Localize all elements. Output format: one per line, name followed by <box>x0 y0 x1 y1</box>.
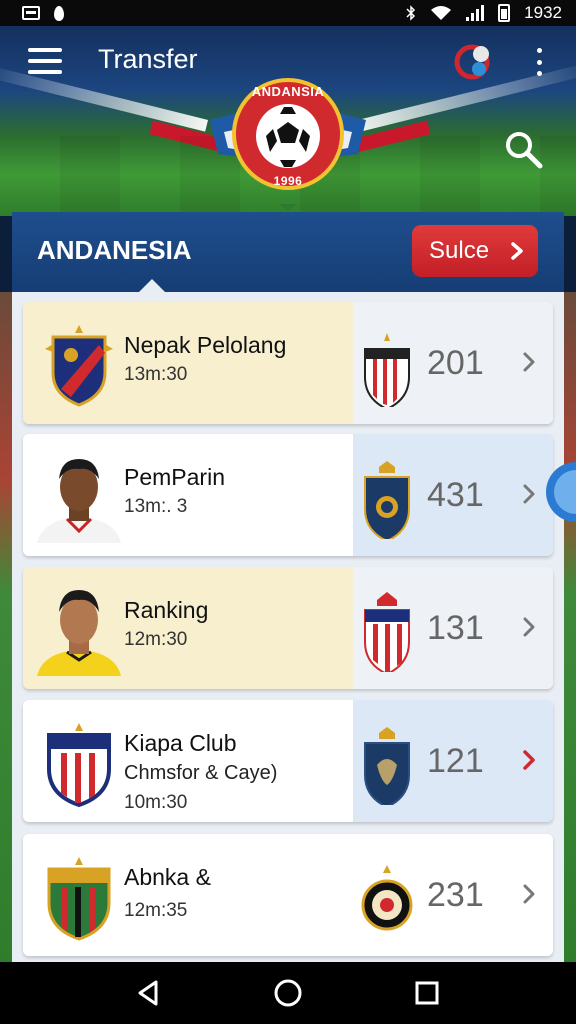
signal-icon <box>466 5 485 21</box>
region-name: ANDANESIA <box>37 235 192 265</box>
chevron-right-icon[interactable] <box>521 350 537 374</box>
match-card-main: Nepak Pelolang 13m:30 <box>23 302 353 424</box>
opponent-crest-icon <box>364 333 410 407</box>
app-title: Transfer <box>98 44 198 74</box>
player-avatar <box>37 590 121 676</box>
match-score: 231 <box>427 876 484 914</box>
status-bar: 1932 <box>0 0 576 26</box>
match-card[interactable]: Ranking 12m:30 131 <box>23 567 553 689</box>
more-icon[interactable] <box>530 48 548 76</box>
league-crest: ANDANSIA 1996 <box>200 62 376 212</box>
match-time: 10m:30 <box>124 792 188 813</box>
select-button[interactable]: Sulce <box>412 225 538 277</box>
player-avatar <box>37 459 121 543</box>
match-card-score: 121 <box>353 700 553 822</box>
match-time: 13m:30 <box>124 364 188 385</box>
chevron-right-icon <box>511 242 523 260</box>
stadium-crowd-right <box>564 292 576 962</box>
match-title: Nepak Pelolang <box>124 332 287 358</box>
match-card[interactable]: Kiapa Club Chmsfor & Caye) 10m:30 121 <box>23 700 553 822</box>
home-icon[interactable] <box>271 976 305 1010</box>
match-card-score: 231 <box>353 834 553 956</box>
system-nav-bar <box>0 962 576 1024</box>
club-crest-icon <box>47 857 111 941</box>
opponent-crest-icon <box>364 592 410 672</box>
club-crest-icon <box>45 325 113 407</box>
match-score: 121 <box>427 742 484 780</box>
match-title: Abnka & <box>124 864 211 890</box>
match-card[interactable]: Abnka & 12m:35 231 <box>23 834 553 956</box>
drop-icon <box>54 5 64 21</box>
match-card-main: PemParin 13m:. 3 <box>23 434 353 556</box>
match-score: 431 <box>427 476 484 514</box>
globe-icon[interactable] <box>452 42 492 82</box>
opponent-crest-icon <box>361 865 413 931</box>
match-title: Kiapa Club <box>124 730 237 756</box>
chevron-right-icon[interactable] <box>521 482 537 506</box>
match-time: 12m:35 <box>124 900 188 921</box>
battery-icon <box>498 4 511 22</box>
search-icon[interactable] <box>502 128 544 170</box>
region-notch <box>138 279 166 293</box>
stadium-crowd-left <box>0 292 12 962</box>
crest-year: 1996 <box>273 174 303 188</box>
match-time: 12m:30 <box>124 629 188 650</box>
match-title: Ranking <box>124 597 209 623</box>
notification-icon <box>22 6 40 20</box>
opponent-crest-icon <box>364 727 410 805</box>
match-card-main: Kiapa Club Chmsfor & Caye) 10m:30 <box>23 700 353 822</box>
bluetooth-icon <box>406 5 416 21</box>
status-time: 1932 <box>524 3 562 22</box>
match-time: 13m:. 3 <box>124 496 188 517</box>
match-title: PemParin <box>124 464 225 490</box>
chevron-right-icon[interactable] <box>521 615 537 639</box>
match-subtitle: Chmsfor & Caye) <box>124 762 278 784</box>
match-card-score: 201 <box>353 302 553 424</box>
back-icon[interactable] <box>132 976 166 1010</box>
match-score: 201 <box>427 344 484 382</box>
wifi-icon <box>431 6 452 20</box>
opponent-crest-icon <box>364 461 410 539</box>
menu-icon[interactable] <box>28 48 62 74</box>
club-crest-icon <box>47 723 111 808</box>
chevron-right-icon[interactable] <box>521 748 537 772</box>
match-card[interactable]: Nepak Pelolang 13m:30 201 <box>23 302 553 424</box>
chevron-right-icon[interactable] <box>521 882 537 906</box>
app-header: Transfer ANDANSIA 1996 <box>0 26 576 216</box>
select-button-label: Sulce <box>429 237 490 264</box>
match-score: 131 <box>427 609 484 647</box>
match-card[interactable]: PemParin 13m:. 3 431 <box>23 434 553 556</box>
match-card-main: Ranking 12m:30 <box>23 567 353 689</box>
match-card-main: Abnka & 12m:35 <box>23 834 353 956</box>
region-bar: ANDANESIA Sulce <box>12 212 564 293</box>
match-card-score: 131 <box>353 567 553 689</box>
match-card-score: 431 <box>353 434 553 556</box>
crest-title: ANDANSIA <box>251 84 325 99</box>
ball-edge-icon <box>546 462 576 522</box>
recents-icon[interactable] <box>410 976 444 1010</box>
